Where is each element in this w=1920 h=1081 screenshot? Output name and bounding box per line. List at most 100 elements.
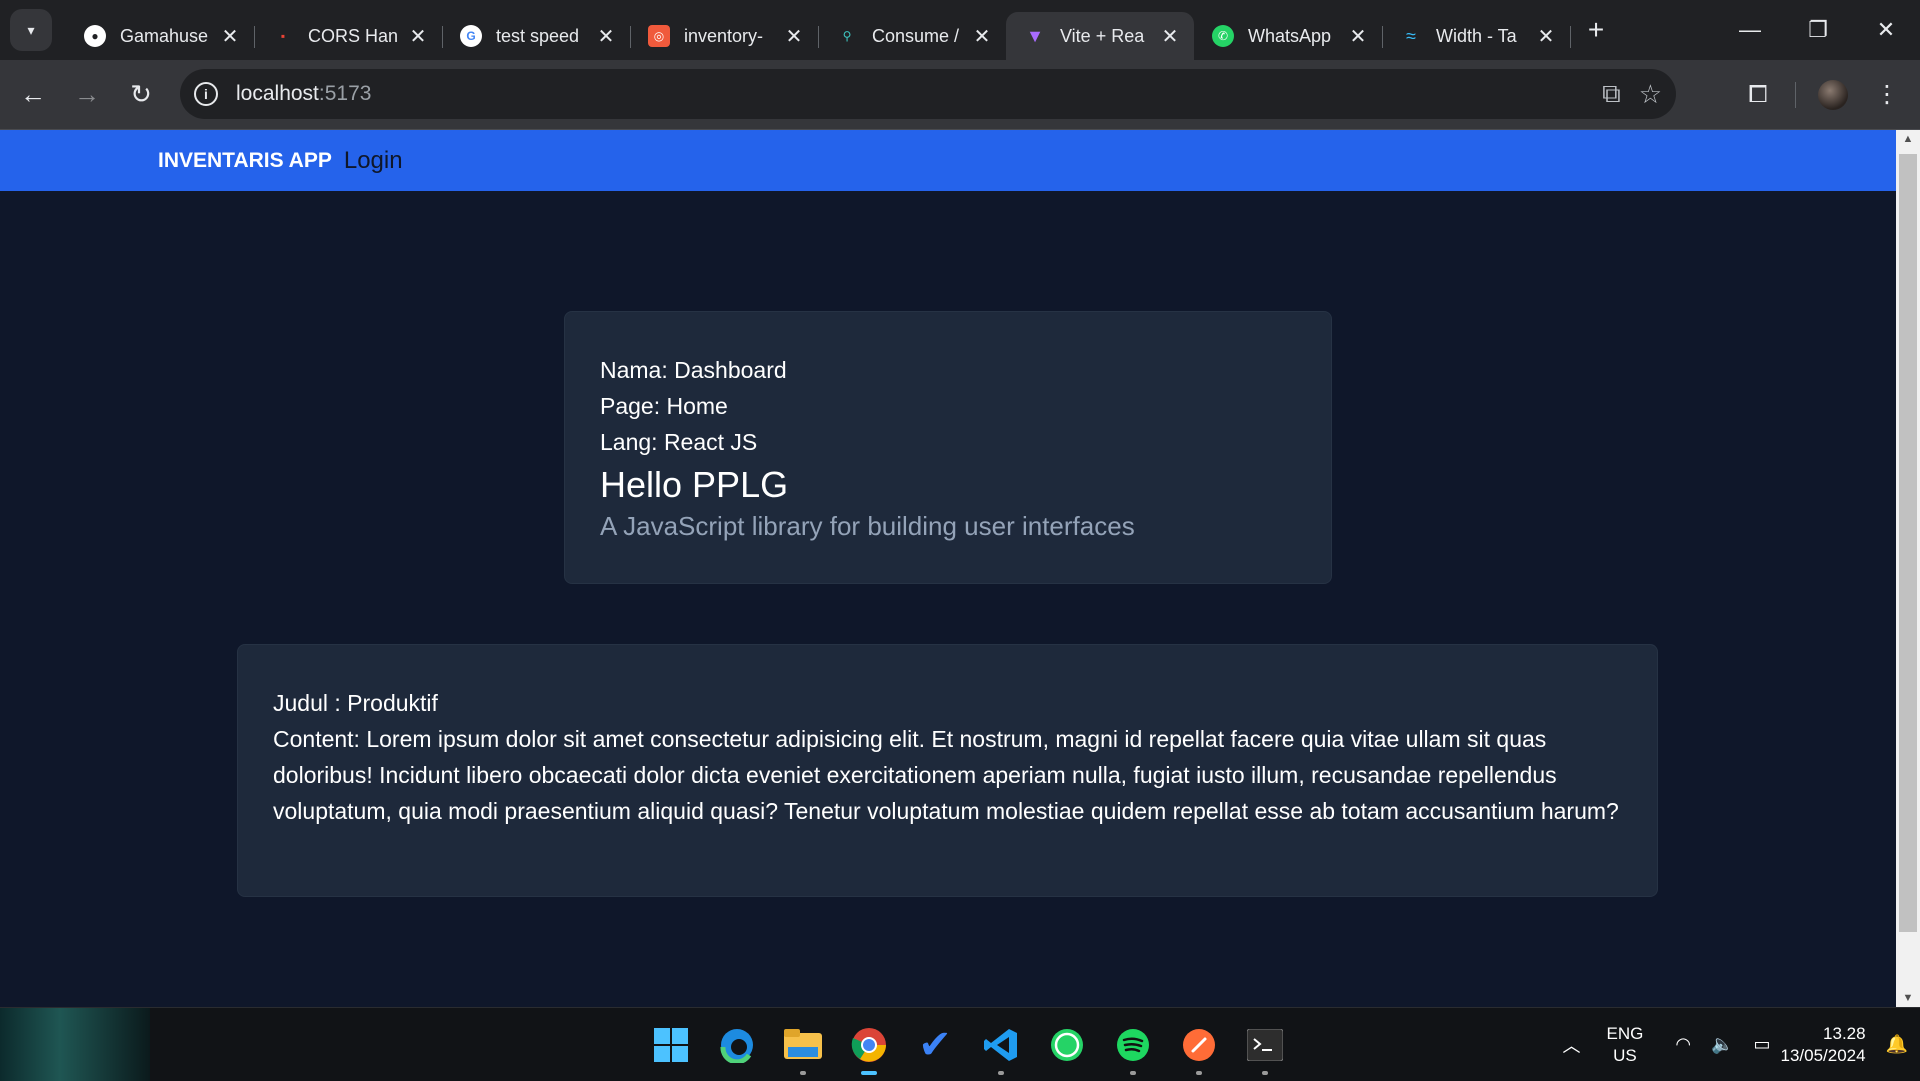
tab-title: Width - Ta [1436,25,1517,46]
tab-tailwind[interactable]: ≈ Width - Ta ✕ [1382,12,1571,60]
tab-google[interactable]: G test speed ✕ [442,12,631,60]
close-icon[interactable]: ✕ [1348,24,1368,49]
omnibox-actions: ⧉ ☆ [1602,69,1662,119]
login-link[interactable]: Login [344,147,403,175]
whatsapp-taskbar-icon[interactable] [1034,1008,1100,1081]
tab-title: Vite + Rea [1060,25,1145,46]
wifi-icon[interactable]: ◠ [1675,1034,1691,1055]
back-icon[interactable]: ← [6,68,60,122]
translate-icon[interactable]: ⧉ [1602,78,1621,110]
tab-title: Consume / [872,25,960,46]
clock-date: 13/05/2024 [1780,1045,1866,1065]
tab-list: ● Gamahuse ✕ ▪ CORS Han ✕ G test speed ✕… [66,0,1616,60]
widgets-thumbnail[interactable] [0,1008,150,1081]
tailwind-icon: ≈ [1406,25,1416,46]
nama-text: Nama: Dashboard [600,357,787,383]
tab-consume[interactable]: ⚲ Consume / ✕ [818,12,1007,60]
close-window-icon[interactable]: ✕ [1852,0,1920,60]
tab-github[interactable]: ● Gamahuse ✕ [66,12,255,60]
content-text: Content: Lorem ipsum dolor sit amet cons… [273,726,1619,824]
close-icon[interactable]: ✕ [1160,24,1180,49]
language-code: ENG [1606,1023,1644,1043]
browser-toolbar: ← → ↻ i localhost:5173 ⧉ ☆ ⧠ ⋮ [0,60,1920,130]
region-code: US [1613,1045,1637,1065]
chevron-down-icon: ▾ [27,21,35,38]
language-indicator[interactable]: ENG US [1606,1023,1643,1067]
clock[interactable]: 13.28 13/05/2024 [1780,1023,1865,1067]
page-text: Page: Home [600,393,728,419]
close-icon[interactable]: ✕ [972,24,992,49]
forward-icon[interactable]: → [60,68,114,122]
profile-avatar[interactable] [1806,68,1860,122]
close-icon[interactable]: ✕ [220,24,240,49]
notification-bell-icon[interactable]: 🔔 [1886,1034,1908,1055]
card-description: A JavaScript library for building user i… [600,511,1135,541]
github-icon: ● [84,25,106,47]
system-tray: ︿ ENG US ◠ 🔈 ▭ 13.28 13/05/2024 🔔 [1552,1008,1920,1081]
windows-start-icon[interactable] [638,1008,704,1081]
app-brand[interactable]: INVENTARIS APP [158,149,332,173]
toolbar-right: ⧠ ⋮ [1731,60,1920,129]
url-text[interactable]: localhost:5173 [236,82,371,106]
battery-icon[interactable]: ▭ [1753,1034,1770,1055]
bookmark-star-icon[interactable]: ☆ [1639,79,1662,110]
todo-icon[interactable]: ✔ [902,1008,968,1081]
app-navbar: INVENTARIS APP Login [0,130,1896,191]
close-icon[interactable]: ✕ [408,24,428,49]
scroll-thumb[interactable] [1899,154,1917,932]
windows-taskbar: ✔ ︿ ENG US ◠ 🔈 ▭ 13.28 13/05/2024 🔔 [0,1007,1920,1081]
spotify-icon[interactable] [1100,1008,1166,1081]
taskbar-apps: ✔ [638,1008,1298,1081]
toolbar-divider [1795,81,1796,108]
tab-title: inventory- [684,25,764,46]
close-icon[interactable]: ✕ [1536,24,1556,49]
browser-tab-strip: ▾ ● Gamahuse ✕ ▪ CORS Han ✕ G test speed… [0,0,1920,60]
tab-title: Gamahuse [120,25,209,46]
page-viewport: INVENTARIS APP Login Nama: Dashboard Pag… [0,130,1896,1007]
vscode-icon[interactable] [968,1008,1034,1081]
postman-icon[interactable] [1166,1008,1232,1081]
scroll-up-icon[interactable]: ▲ [1896,130,1920,148]
page-scrollbar[interactable]: ▲ ▼ [1896,130,1920,1007]
tab-title: test speed [496,25,580,46]
close-icon[interactable]: ✕ [596,24,616,49]
tab-cors[interactable]: ▪ CORS Han ✕ [254,12,443,60]
page-icon: ▪ [280,29,286,43]
url-host: localhost [236,82,319,105]
restore-icon[interactable]: ❐ [1784,0,1852,60]
terminal-icon[interactable] [1232,1008,1298,1081]
scroll-down-icon[interactable]: ▼ [1896,989,1920,1007]
tab-title: CORS Han [308,25,399,46]
close-icon[interactable]: ✕ [784,24,804,49]
judul-text: Judul : Produktif [273,690,438,716]
tab-whatsapp[interactable]: ✆ WhatsApp ✕ [1194,12,1383,60]
window-controls: — ❐ ✕ [1716,0,1920,60]
clock-time: 13.28 [1823,1023,1866,1043]
vite-icon: ▼ [1026,25,1044,46]
reload-icon[interactable]: ↻ [114,68,168,122]
show-hidden-icons-chevron-icon[interactable]: ︿ [1562,1032,1580,1058]
address-bar[interactable]: i localhost:5173 ⧉ ☆ [180,69,1676,119]
content-card: Judul : Produktif Content: Lorem ipsum d… [237,644,1658,897]
tab-vite-react[interactable]: ▼ Vite + Rea ✕ [1006,12,1194,60]
chrome-icon[interactable] [836,1008,902,1081]
extensions-icon[interactable]: ⧠ [1731,68,1785,122]
tab-search-button[interactable]: ▾ [10,9,52,51]
avatar [1818,79,1848,110]
google-icon: G [460,25,482,47]
minimize-icon[interactable]: — [1716,0,1784,60]
edge-icon[interactable] [704,1008,770,1081]
tab-inventory[interactable]: ◎ inventory- ✕ [630,12,819,60]
volume-icon[interactable]: 🔈 [1711,1034,1733,1055]
menu-kebab-icon[interactable]: ⋮ [1860,68,1914,122]
url-port: :5173 [318,82,372,105]
api-icon: ⚲ [842,29,852,43]
lang-text: Lang: React JS [600,429,758,455]
card-heading: Hello PPLG [600,464,789,505]
info-card: Nama: Dashboard Page: Home Lang: React J… [564,311,1332,584]
site-info-icon[interactable]: i [194,82,218,106]
tab-title: WhatsApp [1248,25,1332,46]
new-tab-button[interactable]: + [1576,14,1616,46]
app-icon: ◎ [648,25,670,47]
file-explorer-icon[interactable] [770,1008,836,1081]
